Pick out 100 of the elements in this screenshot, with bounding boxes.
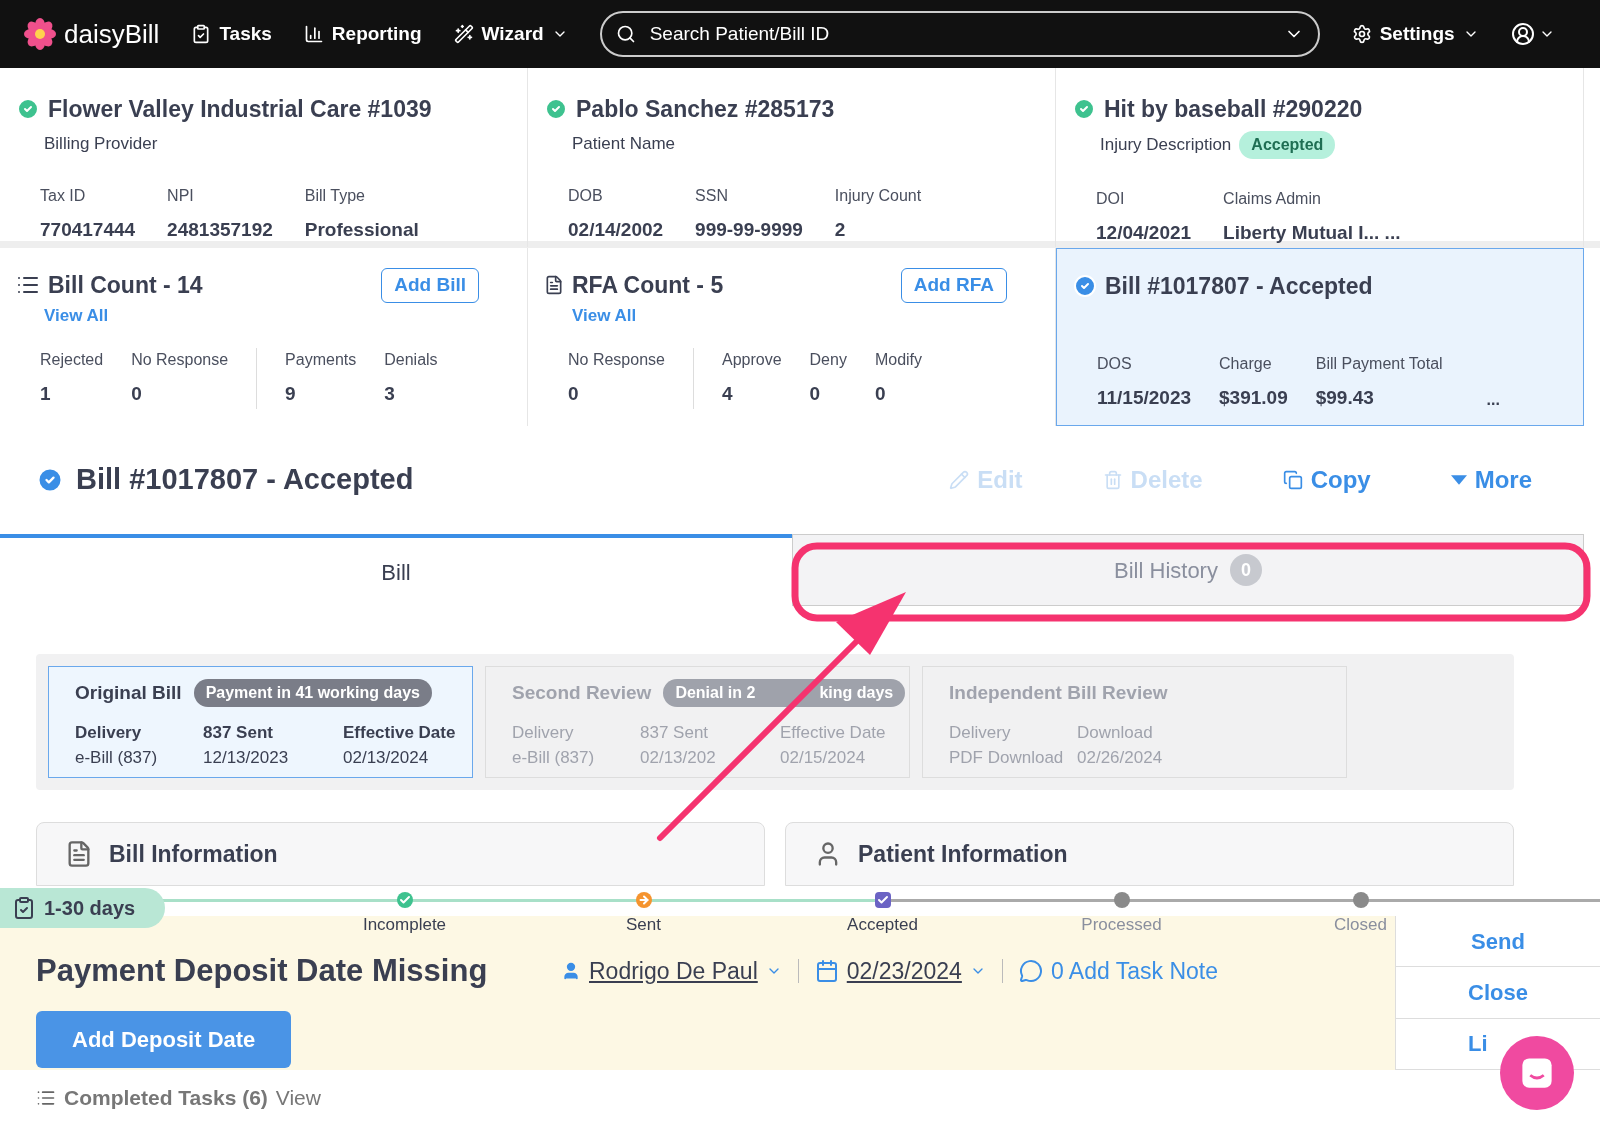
- add-button[interactable]: Add Bill: [381, 268, 479, 303]
- field-value: 12/13/2023: [203, 747, 290, 769]
- flower-logo-icon: [24, 18, 56, 50]
- add-deposit-button[interactable]: Add Deposit Date: [36, 1010, 292, 1068]
- field-value: $99.43: [1315, 385, 1375, 410]
- field-label: No Response: [568, 350, 665, 370]
- card-subtitle: Patient Name: [572, 132, 675, 155]
- speech-bubble-icon: [1018, 959, 1043, 984]
- nav-link[interactable]: Tasks: [191, 19, 272, 49]
- review-badge: Payment in 41 working days: [193, 679, 432, 708]
- card-subtitle: Injury Description: [1100, 133, 1232, 156]
- field-label: Deny: [809, 350, 847, 370]
- review-card[interactable]: Original Bill Payment in 41 working days Delivery e-Bill (837) 837 Sent 12/13/2023 Effective Date 02/13/2024: [48, 666, 473, 778]
- field-label: NPI: [167, 186, 195, 206]
- more-ellipsis: ...: [1486, 390, 1500, 410]
- nav-link[interactable]: Reporting: [303, 19, 422, 49]
- card-title: Bill #1017807 - Accepted: [1105, 272, 1373, 301]
- field-value: 3: [384, 382, 396, 406]
- add-button[interactable]: Add RFA: [900, 268, 1007, 303]
- check-circle-icon: [36, 466, 64, 494]
- field-value: 999-99-9999: [695, 218, 803, 242]
- field-label: DOI: [1096, 188, 1126, 209]
- chat-bubble-icon: [1519, 1055, 1555, 1091]
- bar-chart-icon: [303, 24, 324, 44]
- field-value: 02/14/2002: [568, 218, 664, 242]
- field-label: Denials: [384, 350, 438, 370]
- review-card[interactable]: Independent Bill Review Delivery PDF Download Download 02/26/2024: [922, 666, 1347, 778]
- field-value: 12/04/2021: [1096, 220, 1192, 245]
- field-label: Download: [1077, 721, 1154, 744]
- action-button[interactable]: More: [1450, 462, 1532, 498]
- field-value: 2: [834, 218, 847, 242]
- gear-icon: [1351, 24, 1372, 44]
- nav-link[interactable]: Wizard: [453, 19, 568, 49]
- field-value: 0: [568, 382, 580, 406]
- field-label: 837 Sent: [203, 721, 274, 744]
- section-title: Bill Information: [109, 839, 278, 869]
- settings-menu[interactable]: Settings: [1351, 19, 1479, 49]
- review-card[interactable]: Second Review Denial in 2 king days Delivery e-Bill (837) 837 Sent 02/13/202 Effective Date 02/15/2024: [485, 666, 910, 778]
- caret-icon: [1450, 474, 1467, 486]
- view-all-link[interactable]: View All: [44, 302, 109, 328]
- calendar-icon: [814, 959, 839, 984]
- field-value: 770417444: [40, 218, 136, 242]
- field-value: 0: [131, 382, 143, 406]
- field-value: e-Bill (837): [75, 747, 159, 769]
- add-note-link[interactable]: 0 Add Task Note: [1050, 954, 1218, 989]
- field-label: Tax ID: [40, 186, 87, 206]
- field-label: Approve: [721, 350, 782, 370]
- field-value: Liberty Mutual I... ...: [1223, 220, 1401, 245]
- field-label: No Response: [131, 350, 229, 370]
- review-title: Independent Bill Review: [949, 681, 1168, 705]
- step-label: Processed: [1081, 914, 1162, 936]
- card-title: RFA Count - 5: [572, 271, 724, 300]
- field-label: Delivery: [949, 721, 1012, 744]
- side-button[interactable]: Close: [1396, 967, 1600, 1019]
- pencil-icon: [949, 470, 970, 490]
- tab[interactable]: Bill History 0: [792, 534, 1584, 606]
- field-value: e-Bill (837): [512, 747, 596, 769]
- field-label: Effective Date: [343, 721, 456, 744]
- card-title: Bill Count - 14: [48, 271, 203, 300]
- review-badge: Denial in 2 king days: [663, 679, 906, 708]
- user-circle-icon: [1510, 22, 1535, 46]
- field-label: Rejected: [40, 350, 104, 370]
- field-value: 02/26/2024: [1077, 747, 1164, 769]
- side-button[interactable]: Send: [1396, 916, 1600, 968]
- field-value: 0: [809, 382, 822, 406]
- field-label: Delivery: [75, 721, 143, 744]
- document-icon: [544, 275, 564, 296]
- brand-name: daisyBill: [64, 17, 160, 51]
- field-label: Claims Admin: [1223, 188, 1322, 209]
- review-title: Original Bill: [75, 681, 182, 705]
- field-value: 02/13/2024: [343, 747, 430, 769]
- action-button[interactable]: Copy: [1282, 462, 1371, 498]
- view-all-link[interactable]: View All: [572, 302, 637, 328]
- field-label: Effective Date: [780, 721, 886, 744]
- review-title: Second Review: [512, 681, 652, 705]
- completed-tasks-label: Completed Tasks (6): [64, 1085, 268, 1112]
- view-link[interactable]: View: [275, 1082, 321, 1114]
- assignee-dropdown[interactable]: Rodrigo De Paul: [589, 954, 758, 989]
- field-value: $391.09: [1219, 385, 1288, 410]
- step-label: Sent: [626, 914, 661, 936]
- card-subtitle: Billing Provider: [44, 132, 158, 155]
- card-title: Flower Valley Industrial Care #1039: [48, 95, 432, 124]
- field-value: 02/13/202: [640, 747, 717, 769]
- field-value: PDF Download: [949, 747, 1065, 769]
- field-label: SSN: [695, 186, 729, 206]
- check-circle-icon: [1073, 274, 1097, 299]
- field-label: Injury Count: [834, 186, 922, 206]
- trash-icon: [1102, 470, 1123, 490]
- person-icon: [561, 961, 581, 982]
- clipboard-icon: [191, 24, 212, 44]
- field-label: 837 Sent: [640, 721, 710, 744]
- search-field[interactable]: Search Patient/Bill ID: [599, 11, 1320, 57]
- step-label: Accepted: [847, 914, 918, 936]
- field-label: Payments: [285, 350, 357, 370]
- field-label: Bill Type: [304, 186, 366, 206]
- card-title: Hit by baseball #290220: [1104, 95, 1363, 124]
- field-value: 0: [874, 382, 887, 406]
- due-date-dropdown[interactable]: 02/23/2024: [846, 954, 962, 989]
- task-title: Payment Deposit Date Missing: [36, 952, 489, 990]
- field-label: Charge: [1219, 353, 1273, 374]
